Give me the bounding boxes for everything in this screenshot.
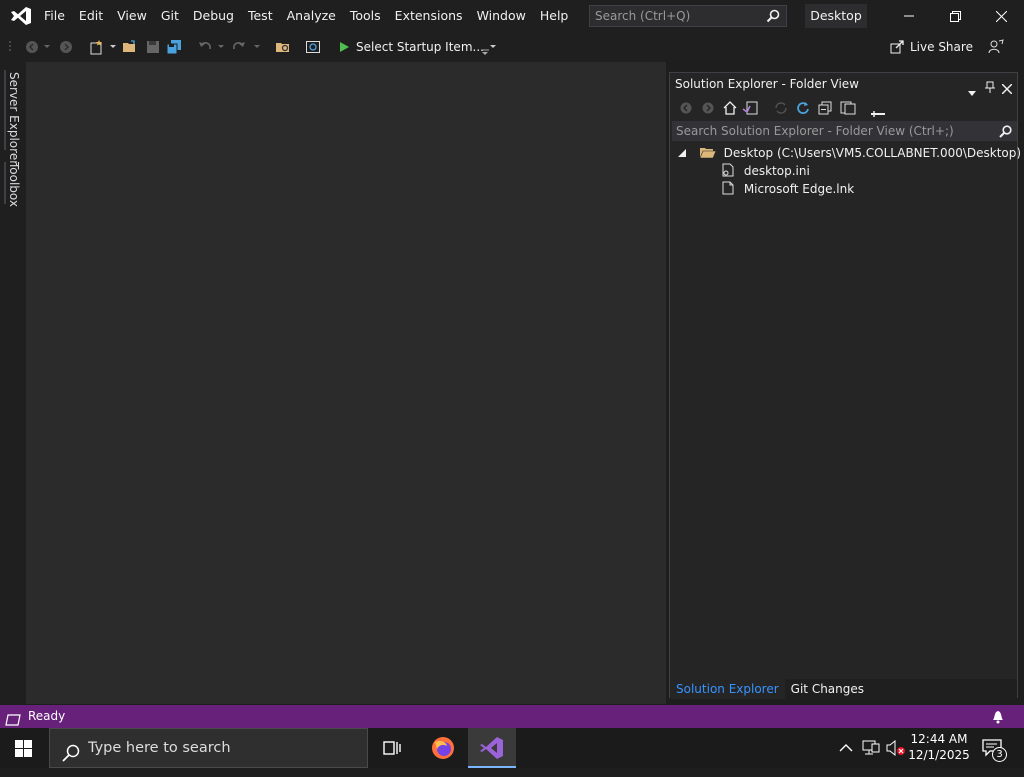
- taskbar-search-placeholder: Type here to search: [88, 740, 231, 756]
- solution-explorer-header: Solution Explorer - Folder View: [670, 73, 1017, 96]
- notification-count-badge: 3: [992, 747, 1007, 762]
- tab-git-changes[interactable]: Git Changes: [785, 679, 870, 699]
- switch-views-icon[interactable]: [742, 101, 758, 118]
- menu-git[interactable]: Git: [154, 0, 186, 32]
- solution-name-label: Desktop: [805, 4, 867, 28]
- solution-explorer-toolbar: [670, 97, 1017, 121]
- taskbar-search-input[interactable]: Type here to search: [49, 728, 368, 768]
- status-bar: Ready: [0, 705, 1024, 728]
- tree-item-file[interactable]: desktop.ini: [722, 162, 810, 180]
- tab-solution-explorer[interactable]: Solution Explorer: [670, 679, 785, 699]
- navigate-back-icon[interactable]: [24, 39, 40, 55]
- search-icon[interactable]: [766, 9, 780, 23]
- menu-bar: File Edit View Git Debug Test Analyze To…: [37, 0, 575, 32]
- sync-icon[interactable]: [774, 101, 788, 118]
- side-tab-strip: Server Explorer Toolbox: [0, 62, 26, 704]
- toolbar-grip-icon: [7, 39, 13, 55]
- toolbar-overflow-icon[interactable]: [480, 44, 490, 60]
- menu-edit[interactable]: Edit: [72, 0, 110, 32]
- tab-server-explorer[interactable]: Server Explorer: [4, 72, 24, 165]
- tree-item-file[interactable]: Microsoft Edge.lnk: [722, 180, 854, 198]
- feedback-icon[interactable]: [988, 39, 1004, 55]
- windows-taskbar: Type here to search 12:44 AM 12/1/2025 3: [0, 728, 1024, 768]
- live-share-label: Live Share: [910, 40, 973, 54]
- visual-studio-taskbar-button[interactable]: [468, 728, 516, 768]
- properties-icon[interactable]: [871, 106, 885, 120]
- undo-dropdown-icon[interactable]: [216, 39, 226, 55]
- startup-dropdown-icon: [489, 45, 496, 48]
- new-dropdown-icon[interactable]: [109, 39, 117, 55]
- save-icon[interactable]: [145, 39, 161, 55]
- windows-start-icon[interactable]: [15, 740, 32, 760]
- volume-muted-icon[interactable]: [886, 739, 906, 759]
- title-bar: File Edit View Git Debug Test Analyze To…: [0, 0, 1024, 32]
- visual-studio-icon: [480, 736, 504, 763]
- find-in-files-icon[interactable]: [275, 39, 291, 55]
- editor-area[interactable]: [26, 62, 666, 704]
- open-folder-icon[interactable]: [122, 39, 138, 55]
- redo-icon[interactable]: [231, 39, 247, 55]
- redo-dropdown-icon[interactable]: [252, 39, 262, 55]
- menu-file[interactable]: File: [37, 0, 72, 32]
- new-project-icon[interactable]: [88, 39, 104, 55]
- main-toolbar: Select Startup Item... Live Share: [0, 32, 1024, 62]
- minimize-button[interactable]: [886, 0, 932, 32]
- taskbar-search-icon: [62, 739, 80, 777]
- menu-window[interactable]: Window: [470, 0, 533, 32]
- collapse-all-icon[interactable]: [818, 101, 832, 118]
- forward-icon[interactable]: [702, 102, 714, 117]
- search-placeholder: Search (Ctrl+Q): [595, 9, 691, 23]
- clock-time: 12:44 AM: [910, 732, 968, 746]
- menu-analyze[interactable]: Analyze: [280, 0, 343, 32]
- back-dropdown-icon[interactable]: [42, 39, 52, 55]
- live-share-button[interactable]: Live Share: [890, 40, 973, 54]
- tree-item-file-label: desktop.ini: [743, 164, 810, 178]
- status-text: Ready: [28, 709, 66, 723]
- play-icon: [340, 42, 349, 52]
- close-button[interactable]: [978, 0, 1024, 32]
- startup-item-label: Select Startup Item...: [356, 40, 484, 54]
- menu-tools[interactable]: Tools: [343, 0, 388, 32]
- file-icon: [722, 181, 740, 200]
- menu-help[interactable]: Help: [533, 0, 576, 32]
- solution-search-icon[interactable]: [999, 124, 1012, 144]
- solution-search-input[interactable]: Search Solution Explorer - Folder View (…: [672, 121, 1017, 141]
- back-icon[interactable]: [680, 102, 692, 117]
- menu-extensions[interactable]: Extensions: [388, 0, 470, 32]
- expand-arrow-icon[interactable]: [678, 144, 692, 162]
- restore-button[interactable]: [932, 0, 978, 32]
- navigate-forward-icon[interactable]: [58, 39, 74, 55]
- browser-link-icon[interactable]: [305, 39, 321, 55]
- solution-bottom-tabs: Solution Explorer Git Changes: [670, 679, 1017, 699]
- tree-item-root-label: Desktop (C:\Users\VM5.COLLABNET.000\Desk…: [723, 146, 1022, 160]
- tree-item-root[interactable]: Desktop (C:\Users\VM5.COLLABNET.000\Desk…: [678, 144, 1021, 162]
- search-input[interactable]: Search (Ctrl+Q): [589, 5, 787, 27]
- clock[interactable]: 12:44 AM 12/1/2025: [906, 731, 972, 763]
- task-view-icon[interactable]: [383, 739, 401, 760]
- start-debugging-button[interactable]: Select Startup Item...: [338, 38, 496, 56]
- live-share-icon: [890, 40, 904, 54]
- refresh-icon[interactable]: [796, 101, 810, 118]
- network-icon[interactable]: [862, 740, 880, 759]
- solution-explorer-title: Solution Explorer - Folder View: [675, 77, 859, 91]
- folder-open-icon: [699, 146, 720, 164]
- save-all-icon[interactable]: [166, 39, 182, 55]
- tab-toolbox[interactable]: Toolbox: [4, 162, 24, 207]
- menu-debug[interactable]: Debug: [186, 0, 241, 32]
- menu-test[interactable]: Test: [241, 0, 280, 32]
- show-hidden-icons-icon[interactable]: [839, 742, 853, 756]
- menu-view[interactable]: View: [110, 0, 154, 32]
- visual-studio-logo-icon[interactable]: [10, 6, 32, 26]
- home-icon[interactable]: [723, 101, 737, 118]
- solution-explorer-panel: Solution Explorer - Folder View Search S…: [669, 72, 1021, 699]
- undo-icon[interactable]: [197, 39, 213, 55]
- clock-date: 12/1/2025: [908, 748, 970, 762]
- tree-item-file-label: Microsoft Edge.lnk: [743, 182, 855, 196]
- show-all-files-icon[interactable]: [840, 101, 856, 118]
- firefox-icon[interactable]: [431, 736, 455, 763]
- solution-search-placeholder: Search Solution Explorer - Folder View (…: [676, 124, 954, 138]
